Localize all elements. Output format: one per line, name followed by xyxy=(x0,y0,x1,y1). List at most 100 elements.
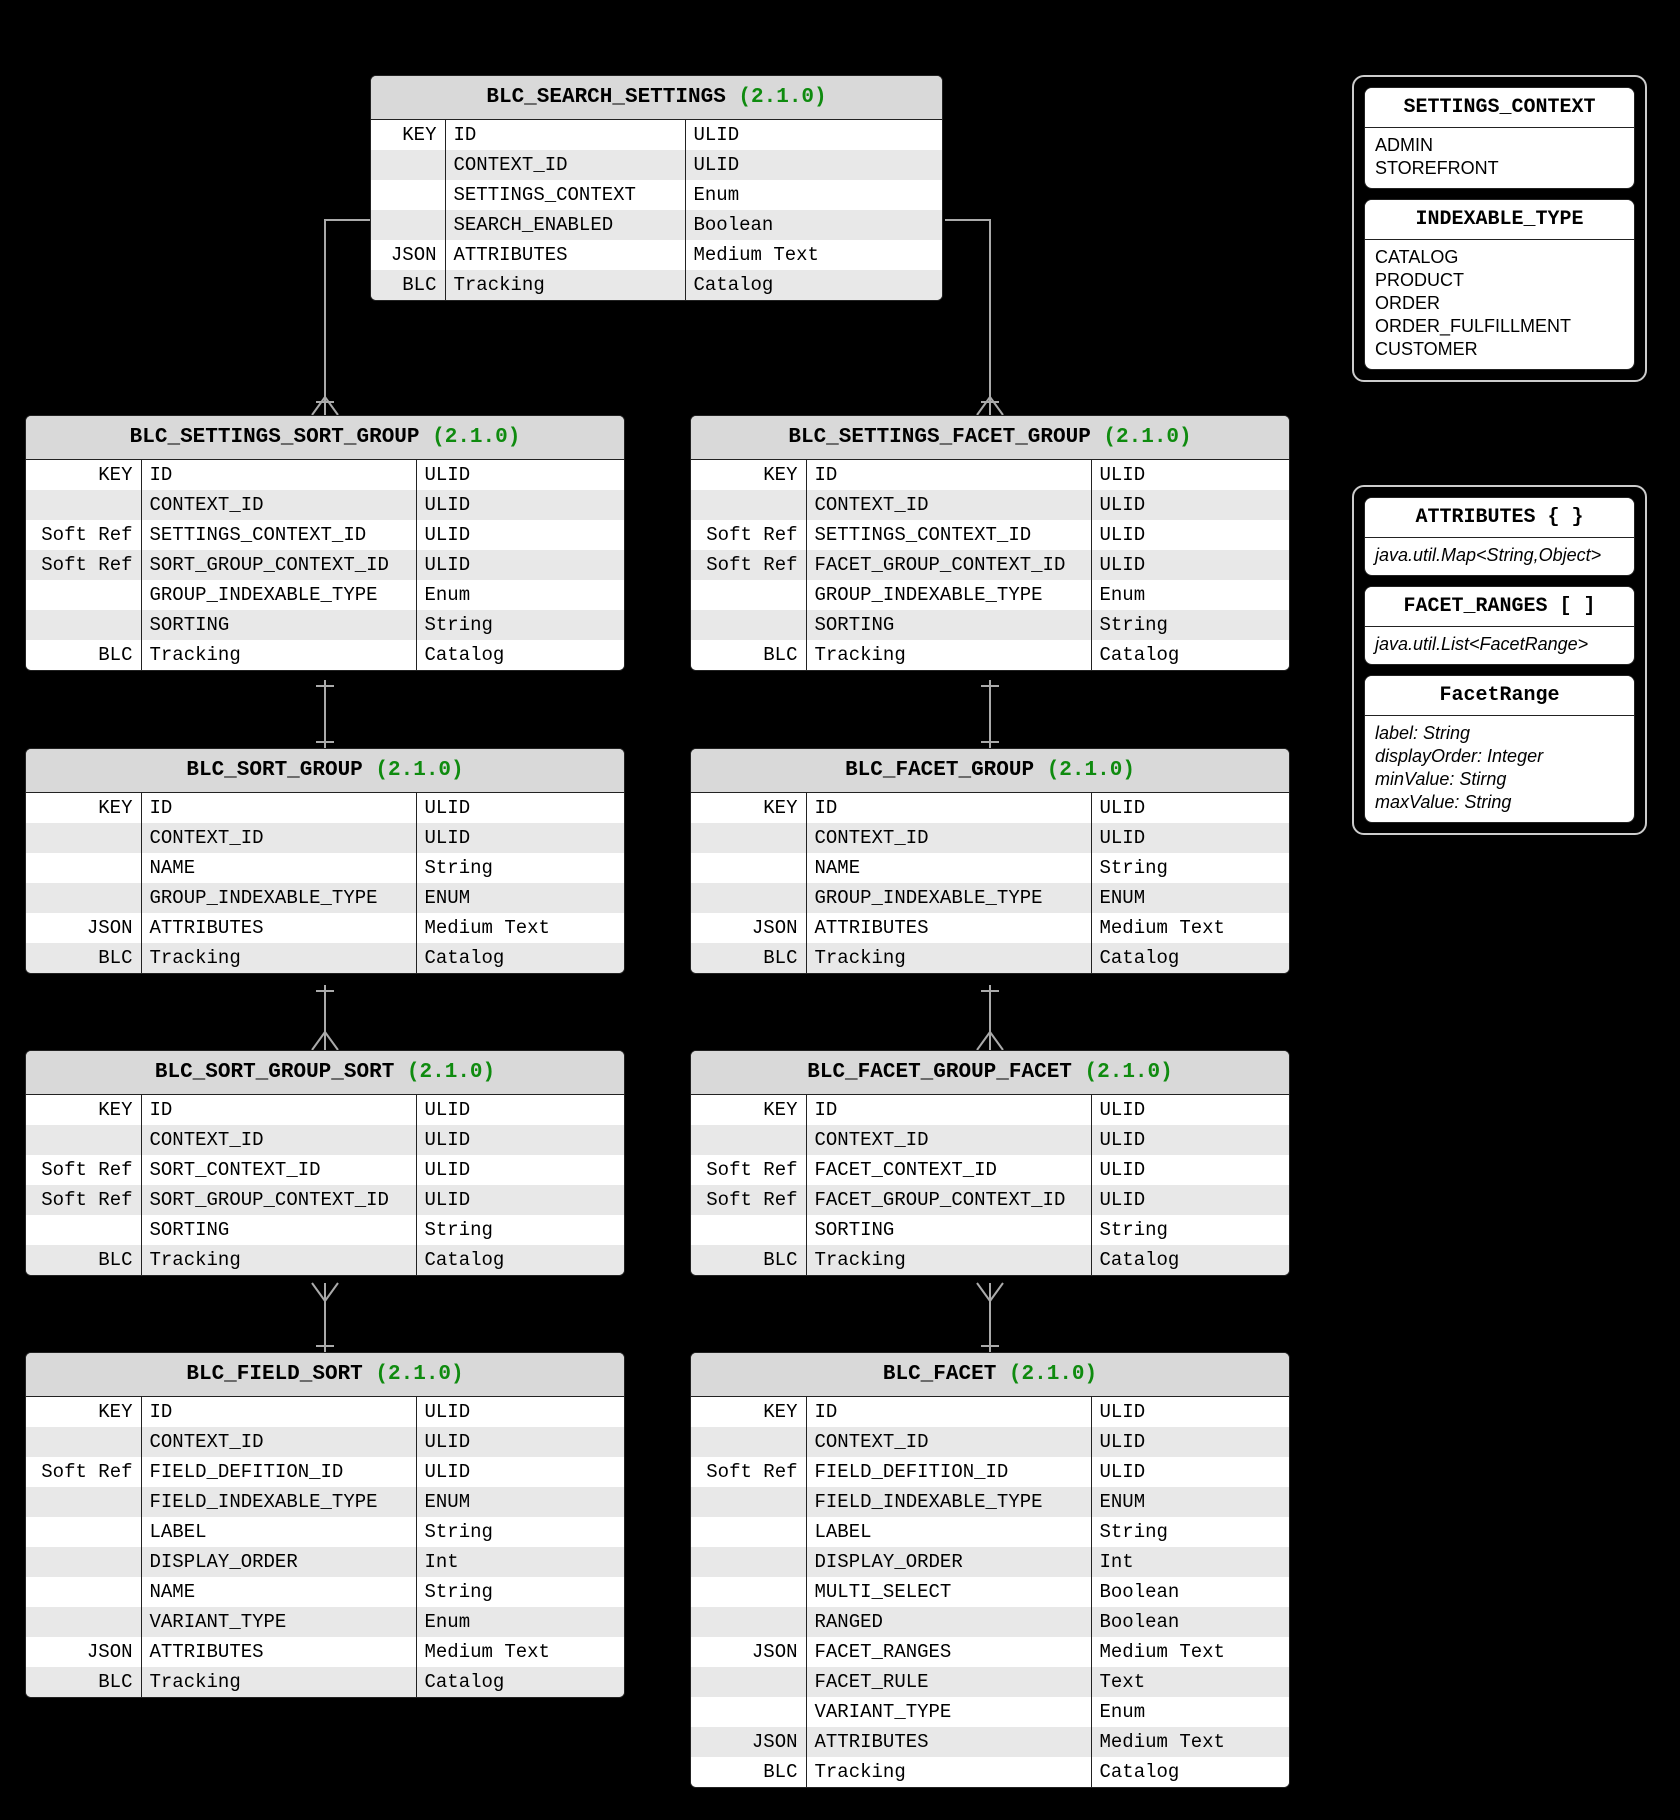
column-name: CONTEXT_ID xyxy=(141,1427,416,1457)
column-type: ULID xyxy=(416,1155,624,1185)
column-key xyxy=(691,1215,806,1245)
entity-blc-settings-facet-group: BLC_SETTINGS_FACET_GROUP (2.1.0) KEYIDUL… xyxy=(690,415,1290,671)
enum-values: ADMINSTOREFRONT xyxy=(1365,128,1634,188)
column-row: CONTEXT_IDULID xyxy=(26,823,624,853)
column-key xyxy=(691,1125,806,1155)
column-name: LABEL xyxy=(806,1517,1091,1547)
column-row: Soft RefFACET_GROUP_CONTEXT_IDULID xyxy=(691,1185,1289,1215)
column-name: ID xyxy=(806,793,1091,823)
entity-title: BLC_SETTINGS_FACET_GROUP (2.1.0) xyxy=(691,416,1289,460)
column-name: SORTING xyxy=(806,1215,1091,1245)
entity-name: BLC_FACET_GROUP_FACET xyxy=(807,1061,1072,1084)
entity-version: (2.1.0) xyxy=(375,1363,463,1386)
column-type: Catalog xyxy=(1091,1245,1289,1275)
column-row: BLCTrackingCatalog xyxy=(26,1667,624,1697)
entity-columns: KEYIDULIDCONTEXT_IDULIDNAMEStringGROUP_I… xyxy=(26,793,624,973)
entity-name: BLC_FACET_GROUP xyxy=(845,759,1034,782)
column-key xyxy=(371,210,445,240)
column-key: JSON xyxy=(26,913,141,943)
column-name: DISPLAY_ORDER xyxy=(141,1547,416,1577)
column-key: JSON xyxy=(691,1637,806,1667)
enum-panel: SETTINGS_CONTEXT ADMINSTOREFRONT INDEXAB… xyxy=(1352,75,1647,382)
type-facetrange: FacetRange label: StringdisplayOrder: In… xyxy=(1364,675,1635,823)
column-type: ULID xyxy=(1091,1185,1289,1215)
column-type: Int xyxy=(1091,1547,1289,1577)
column-key: KEY xyxy=(691,1397,806,1427)
column-name: Tracking xyxy=(141,1667,416,1697)
column-type: ULID xyxy=(416,1095,624,1125)
column-name: NAME xyxy=(806,853,1091,883)
column-type: ULID xyxy=(416,1185,624,1215)
column-name: ID xyxy=(806,1095,1091,1125)
column-key xyxy=(691,853,806,883)
column-type: Catalog xyxy=(416,1245,624,1275)
column-key xyxy=(26,853,141,883)
column-type: Medium Text xyxy=(416,1637,624,1667)
entity-title: BLC_FACET (2.1.0) xyxy=(691,1353,1289,1397)
column-row: GROUP_INDEXABLE_TYPEENUM xyxy=(26,883,624,913)
column-name: FACET_RULE xyxy=(806,1667,1091,1697)
column-type: ULID xyxy=(1091,1125,1289,1155)
column-type: Enum xyxy=(1091,1697,1289,1727)
entity-title: BLC_SEARCH_SETTINGS (2.1.0) xyxy=(371,76,942,120)
column-name: CONTEXT_ID xyxy=(806,823,1091,853)
entity-name: BLC_SORT_GROUP_SORT xyxy=(155,1061,394,1084)
column-name: FIELD_INDEXABLE_TYPE xyxy=(806,1487,1091,1517)
entity-title: BLC_FACET_GROUP (2.1.0) xyxy=(691,749,1289,793)
column-key: BLC xyxy=(26,640,141,670)
column-name: Tracking xyxy=(806,640,1091,670)
entity-title: BLC_SETTINGS_SORT_GROUP (2.1.0) xyxy=(26,416,624,460)
column-row: KEYIDULID xyxy=(26,460,624,490)
column-row: GROUP_INDEXABLE_TYPEENUM xyxy=(691,883,1289,913)
entity-blc-sort-group: BLC_SORT_GROUP (2.1.0) KEYIDULIDCONTEXT_… xyxy=(25,748,625,974)
column-name: CONTEXT_ID xyxy=(141,490,416,520)
column-key: Soft Ref xyxy=(26,1185,141,1215)
column-key xyxy=(691,883,806,913)
column-name: CONTEXT_ID xyxy=(445,150,685,180)
column-type: Catalog xyxy=(416,943,624,973)
column-key xyxy=(26,1577,141,1607)
entity-version: (2.1.0) xyxy=(1103,426,1191,449)
column-row: JSONATTRIBUTESMedium Text xyxy=(691,1727,1289,1757)
column-type: Catalog xyxy=(1091,1757,1289,1787)
column-name: Tracking xyxy=(806,1245,1091,1275)
diagram-canvas: BLC_SEARCH_SETTINGS (2.1.0) KEYIDULIDCON… xyxy=(0,0,1680,1820)
column-row: JSONFACET_RANGESMedium Text xyxy=(691,1637,1289,1667)
column-name: Tracking xyxy=(806,943,1091,973)
column-key xyxy=(691,1667,806,1697)
column-type: ULID xyxy=(1091,823,1289,853)
column-name: SORT_GROUP_CONTEXT_ID xyxy=(141,550,416,580)
column-key: KEY xyxy=(691,793,806,823)
column-name: SETTINGS_CONTEXT_ID xyxy=(141,520,416,550)
column-key: BLC xyxy=(691,1757,806,1787)
column-row: FACET_RULEText xyxy=(691,1667,1289,1697)
column-name: ID xyxy=(806,460,1091,490)
entity-version: (2.1.0) xyxy=(1047,759,1135,782)
column-name: FIELD_DEFITION_ID xyxy=(806,1457,1091,1487)
entity-name: BLC_SEARCH_SETTINGS xyxy=(486,86,725,109)
column-type: String xyxy=(1091,1517,1289,1547)
column-key xyxy=(26,883,141,913)
type-title: ATTRIBUTES { } xyxy=(1365,498,1634,538)
column-key xyxy=(26,1427,141,1457)
column-name: SETTINGS_CONTEXT_ID xyxy=(806,520,1091,550)
column-key: Soft Ref xyxy=(26,520,141,550)
column-row: LABELString xyxy=(691,1517,1289,1547)
column-key xyxy=(26,1547,141,1577)
column-type: ULID xyxy=(1091,520,1289,550)
column-row: CONTEXT_IDULID xyxy=(691,1427,1289,1457)
column-key xyxy=(691,1427,806,1457)
column-name: Tracking xyxy=(445,270,685,300)
column-row: SEARCH_ENABLEDBoolean xyxy=(371,210,942,240)
column-row: GROUP_INDEXABLE_TYPEEnum xyxy=(691,580,1289,610)
entity-title: BLC_SORT_GROUP (2.1.0) xyxy=(26,749,624,793)
column-type: Medium Text xyxy=(416,913,624,943)
column-type: Catalog xyxy=(1091,640,1289,670)
column-name: CONTEXT_ID xyxy=(141,1125,416,1155)
column-type: ULID xyxy=(1091,1427,1289,1457)
column-key xyxy=(371,180,445,210)
column-key: BLC xyxy=(26,1667,141,1697)
column-row: FIELD_INDEXABLE_TYPEENUM xyxy=(26,1487,624,1517)
column-row: Soft RefFIELD_DEFITION_IDULID xyxy=(691,1457,1289,1487)
column-name: FACET_GROUP_CONTEXT_ID xyxy=(806,1185,1091,1215)
